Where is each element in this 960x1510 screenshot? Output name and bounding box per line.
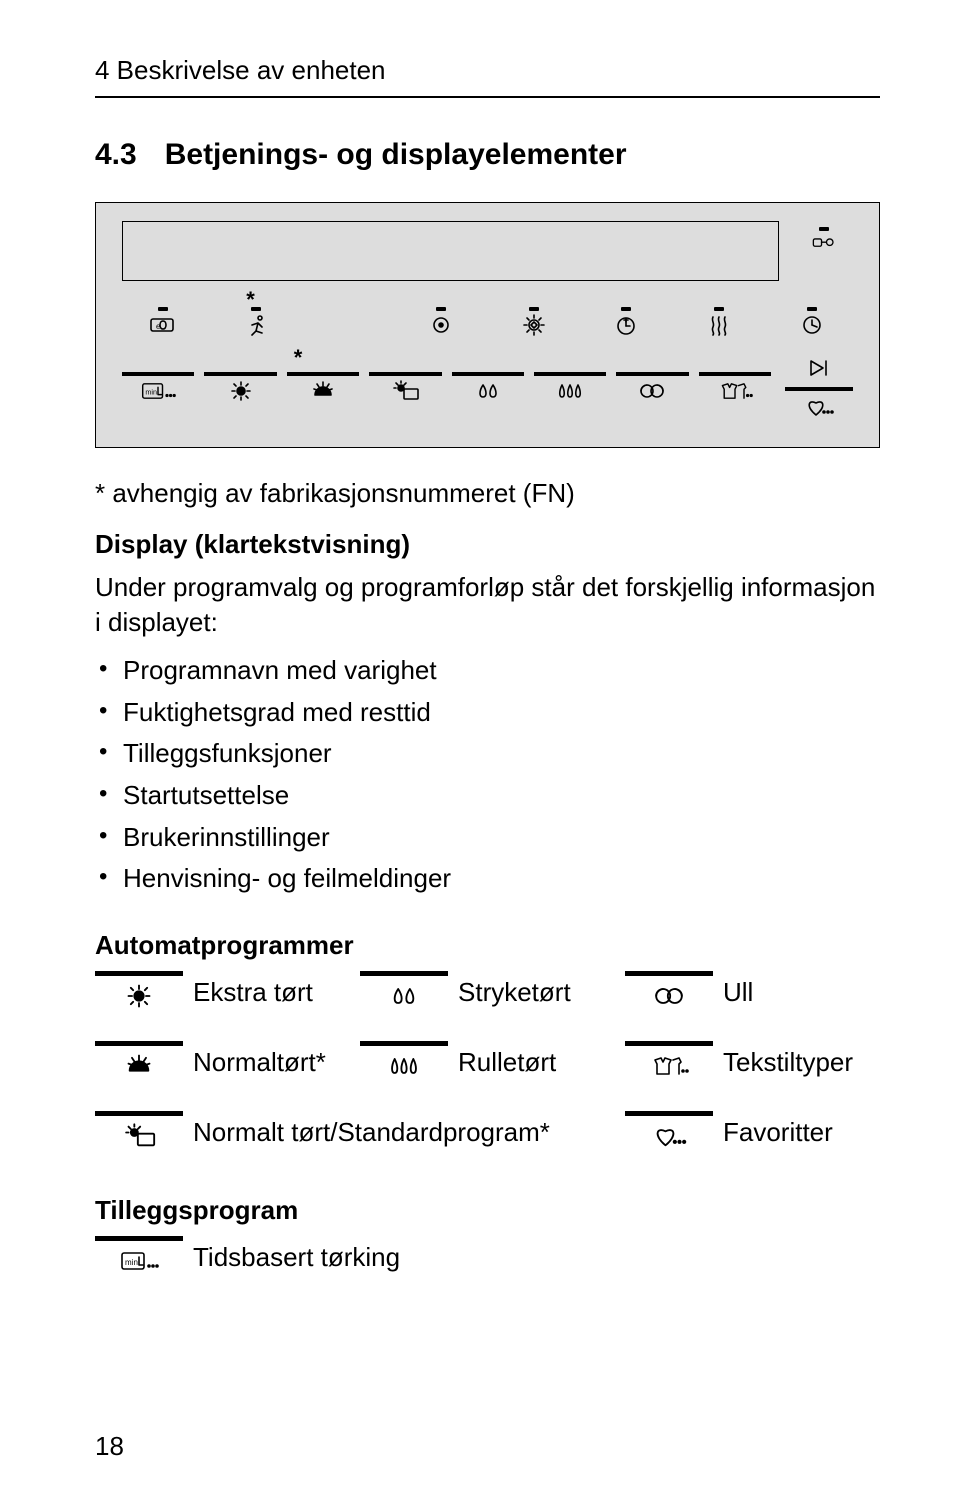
- section-title: 4.3 Betjenings- og displayelementer: [95, 138, 880, 172]
- program-key[interactable]: [360, 971, 448, 1015]
- asterisk-note: * avhengig av fabrikasjonsnummeret (FN): [95, 478, 880, 509]
- steam-icon: [701, 313, 737, 337]
- program-label: Normaltørt*: [193, 1047, 350, 1078]
- heart-icon: [801, 395, 837, 419]
- textile-key[interactable]: [699, 372, 771, 412]
- mangle-dry-key[interactable]: [534, 372, 606, 412]
- list-item: Tilleggsfunksjoner: [95, 733, 880, 775]
- program-label: Ull: [723, 977, 880, 1008]
- sun-half-icon: [305, 379, 341, 403]
- display-bullet-list: Programnavn med varighet Fuktighetsgrad …: [95, 650, 880, 900]
- sun-box-icon: [387, 379, 423, 403]
- automat-heading: Automatprogrammer: [95, 930, 880, 961]
- section-number: 4.3: [95, 138, 137, 172]
- program-key[interactable]: [95, 1041, 183, 1085]
- clock-key[interactable]: [770, 307, 853, 347]
- burst-key[interactable]: [493, 307, 576, 347]
- program-key[interactable]: [625, 1111, 713, 1155]
- dry-target-icon: [423, 313, 459, 337]
- time-min-icon: [119, 1247, 159, 1275]
- program-label: Stryketørt: [458, 977, 615, 1008]
- list-item: Fuktighetsgrad med resttid: [95, 692, 880, 734]
- steam-key[interactable]: [678, 307, 761, 347]
- timer-plus-key[interactable]: [585, 307, 668, 347]
- program-label: Rulletørt: [458, 1047, 615, 1078]
- burst-icon: [516, 313, 552, 337]
- sun-half-icon: [119, 1052, 159, 1080]
- asterisk-marker: *: [294, 345, 303, 371]
- asterisk-marker: *: [246, 287, 255, 313]
- empty-slot: [307, 307, 390, 347]
- quick-key[interactable]: [215, 307, 298, 347]
- program-label: Tidsbasert tørking: [193, 1242, 880, 1273]
- program-row: [122, 372, 771, 412]
- wool-icon: [649, 982, 689, 1010]
- tillegg-grid: Tidsbasert tørking: [95, 1236, 880, 1280]
- program-key[interactable]: [625, 1041, 713, 1085]
- sun-high-icon: [119, 982, 159, 1010]
- dry-target-key[interactable]: [400, 307, 483, 347]
- program-label: Ekstra tørt: [193, 977, 350, 1008]
- sun-high-icon: [223, 379, 259, 403]
- page-number: 18: [95, 1431, 124, 1462]
- time-min-icon: [140, 379, 176, 403]
- textile-icon: [649, 1052, 689, 1080]
- display-intro: Under programvalg og programforløp står …: [95, 570, 880, 640]
- lock-key[interactable]: [795, 221, 853, 252]
- function-row-1: [122, 307, 853, 347]
- favorites-key[interactable]: [785, 387, 853, 427]
- program-label: Favoritter: [723, 1117, 880, 1148]
- list-item: Brukerinnstillinger: [95, 817, 880, 859]
- lcd-display: [122, 221, 779, 281]
- program-key[interactable]: [625, 971, 713, 1015]
- play-skip-icon[interactable]: [801, 357, 837, 379]
- automat-program-grid: Ekstra tørt Stryketørt Ull Normaltørt* R…: [95, 971, 880, 1155]
- extra-dry-key[interactable]: [204, 372, 276, 412]
- program-key[interactable]: [95, 971, 183, 1015]
- program-label: Normalt tørt/Standardprogram*: [193, 1117, 615, 1148]
- drops2-icon: [470, 379, 506, 403]
- sun-box-icon: [119, 1122, 159, 1150]
- timer-plus-icon: [608, 313, 644, 337]
- display-heading: Display (klartekstvisning): [95, 529, 880, 560]
- wool-icon: [634, 379, 670, 403]
- key-lock-icon: [809, 234, 839, 252]
- time-program-key[interactable]: [122, 372, 194, 412]
- drops3-icon: [384, 1052, 424, 1080]
- drops2-icon: [384, 982, 424, 1010]
- standard-key[interactable]: [369, 372, 441, 412]
- eco-key[interactable]: [122, 307, 205, 347]
- tillegg-heading: Tilleggsprogram: [95, 1195, 880, 1226]
- clock-icon: [794, 313, 830, 337]
- section-title-text: Betjenings- og displayelementer: [165, 138, 627, 171]
- drops3-icon: [552, 379, 588, 403]
- normal-dry-key[interactable]: [287, 372, 359, 412]
- heart-icon: [649, 1122, 689, 1150]
- textile-icon: [717, 379, 753, 403]
- program-key[interactable]: [360, 1041, 448, 1085]
- program-label: Tekstiltyper: [723, 1047, 880, 1078]
- program-key[interactable]: [95, 1111, 183, 1155]
- list-item: Startutsettelse: [95, 775, 880, 817]
- eco-icon: [145, 313, 181, 337]
- page-header: 4 Beskrivelse av enheten: [95, 55, 880, 98]
- wool-key[interactable]: [616, 372, 688, 412]
- program-key[interactable]: [95, 1236, 183, 1280]
- list-item: Programnavn med varighet: [95, 650, 880, 692]
- iron-dry-key[interactable]: [452, 372, 524, 412]
- list-item: Henvisning- og feilmeldinger: [95, 858, 880, 900]
- control-panel: * *: [95, 202, 880, 448]
- runner-icon: [238, 313, 274, 337]
